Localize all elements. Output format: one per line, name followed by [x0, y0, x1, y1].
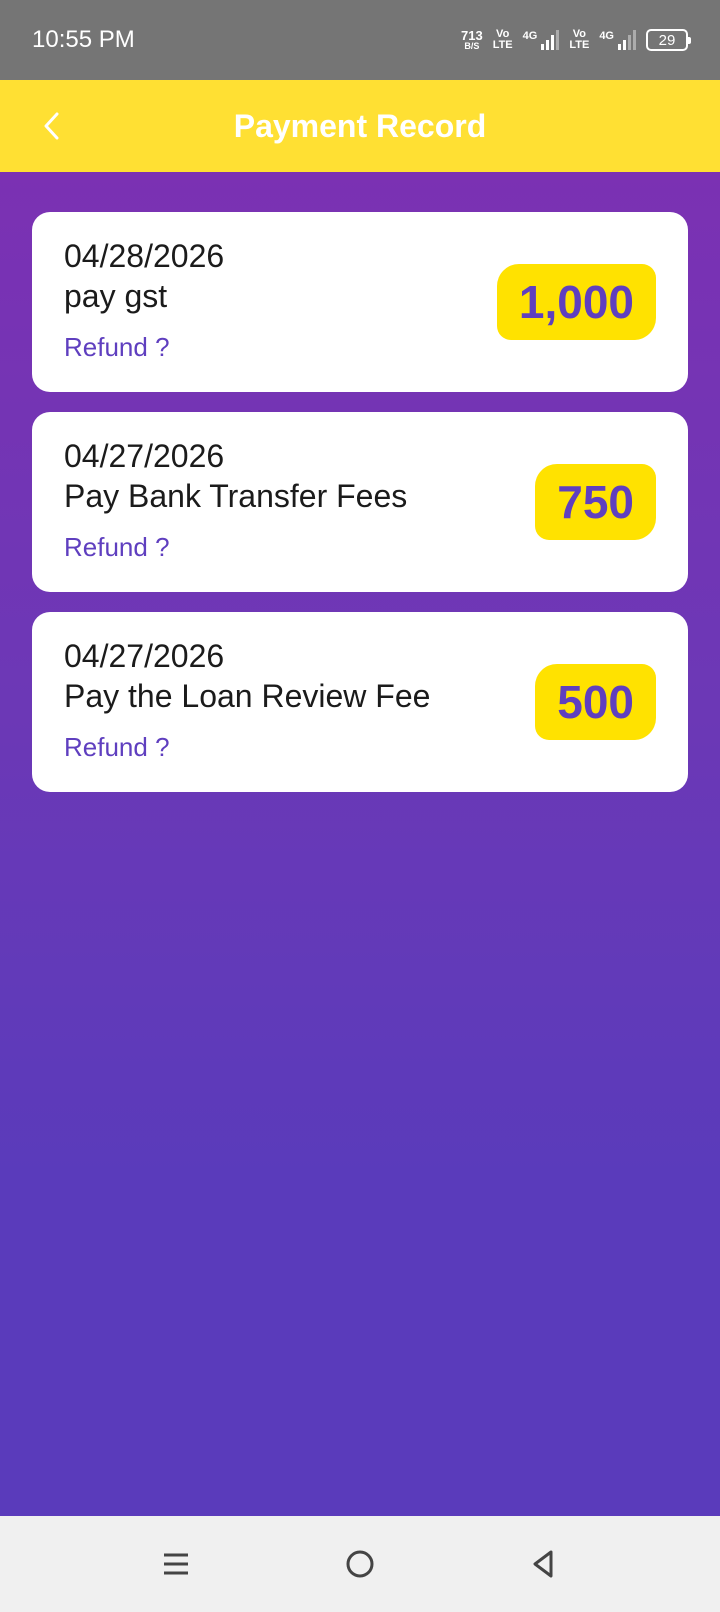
home-circle-icon: [346, 1550, 374, 1578]
payment-record-card: 04/27/2026 Pay Bank Transfer Fees Refund…: [32, 412, 688, 592]
network-type-label: 4G: [599, 30, 614, 42]
payment-record-card: 04/28/2026 pay gst Refund ? 1,000: [32, 212, 688, 392]
refund-link[interactable]: Refund ?: [64, 732, 170, 763]
home-button[interactable]: [338, 1542, 382, 1586]
system-back-button[interactable]: [522, 1542, 566, 1586]
amount-badge: 1,000: [496, 264, 656, 340]
volte-indicator-1: Vo LTE: [493, 29, 513, 51]
signal-icon-sim1: 4G: [523, 30, 560, 50]
amount-badge: 750: [535, 464, 656, 540]
triangle-back-icon: [533, 1550, 553, 1578]
signal-icon-sim2: 4G: [599, 30, 636, 50]
network-speed: 713 B/S: [461, 29, 483, 51]
page-title: Payment Record: [233, 107, 487, 144]
app-header: Payment Record: [0, 80, 720, 172]
network-speed-unit: B/S: [464, 41, 480, 51]
recent-apps-button[interactable]: [154, 1542, 198, 1586]
status-bar: 10:55 PM 713 B/S Vo LTE 4G Vo LTE 4G 29: [0, 0, 720, 80]
system-nav-bar: [0, 1516, 720, 1612]
volte-bottom: LTE: [569, 39, 590, 51]
battery-icon: 29: [646, 29, 691, 51]
payment-record-card: 04/27/2026 Pay the Loan Review Fee Refun…: [32, 612, 688, 792]
back-button[interactable]: [34, 108, 70, 144]
refund-link[interactable]: Refund ?: [64, 532, 170, 563]
payment-record-list: 04/28/2026 pay gst Refund ? 1,000 04/27/…: [0, 172, 720, 1516]
refund-link[interactable]: Refund ?: [64, 332, 170, 363]
volte-indicator-2: Vo LTE: [569, 29, 589, 51]
chevron-left-icon: [44, 112, 59, 140]
volte-bottom: LTE: [492, 39, 513, 51]
network-type-label: 4G: [522, 30, 538, 42]
status-indicators: 713 B/S Vo LTE 4G Vo LTE 4G 29: [461, 29, 691, 51]
menu-icon: [164, 1553, 188, 1575]
status-time: 10:55 PM: [32, 26, 135, 53]
battery-level: 29: [658, 31, 676, 49]
amount-badge: 500: [535, 664, 656, 740]
